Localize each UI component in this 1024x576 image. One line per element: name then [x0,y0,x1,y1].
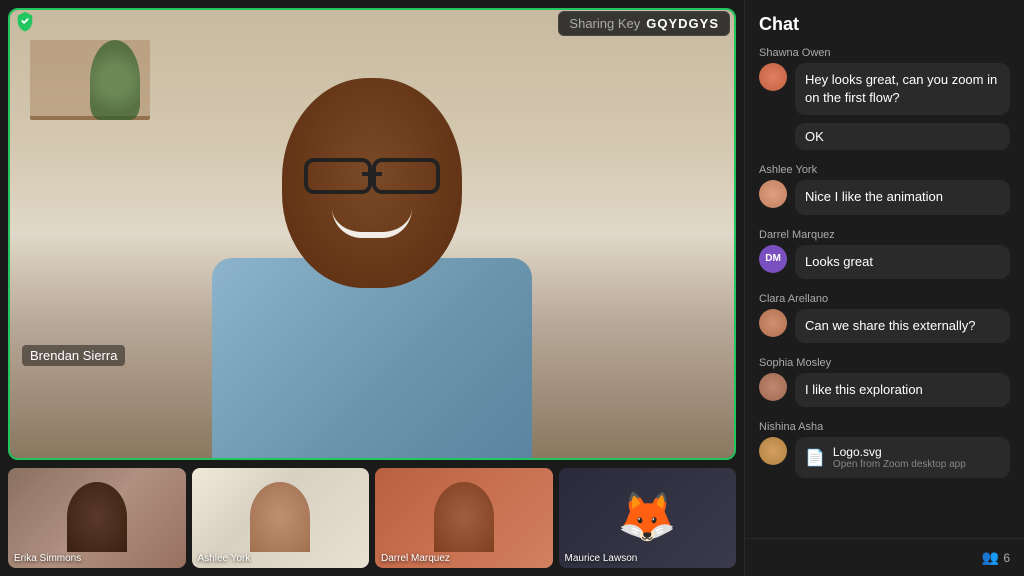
thumb-person-2 [250,482,310,552]
bubble-row-darrel: DM Looks great [759,245,1010,279]
bubble-sophia: I like this exploration [795,373,1010,407]
bubble-row-nishina: 📄 Logo.svg Open from Zoom desktop app [759,437,1010,478]
speaker-shirt [212,258,532,458]
sharing-key-label: Sharing Key [569,16,640,31]
speaker-face [282,78,462,288]
top-bar: Sharing Key GQYDGYS [0,0,744,47]
chat-message-clara: Clara Arellano Can we share this externa… [759,293,1010,343]
video-area: Sharing Key GQYDGYS Brendan Sierra [0,0,744,576]
fox-avatar-icon: 🦊 [617,494,677,542]
thumb-person-3 [434,482,494,552]
bubble-ok-shawna: OK [795,123,1010,150]
bubble-row-sophia: I like this exploration [759,373,1010,407]
sender-darrel: Darrel Marquez [759,229,1010,241]
chat-title: Chat [745,14,1024,47]
count-value: 6 [1003,551,1010,565]
avatar-sophia [759,373,787,401]
chat-panel: Chat Shawna Owen Hey looks great, can yo… [744,0,1024,576]
bubble-clara: Can we share this externally? [795,309,1010,343]
sharing-key-badge: Sharing Key GQYDGYS [558,11,730,36]
chat-messages[interactable]: Shawna Owen Hey looks great, can you zoo… [745,47,1024,538]
avatar-ashlee [759,180,787,208]
bubble-row-clara: Can we share this externally? [759,309,1010,343]
thumb-name-4: Maurice Lawson [565,553,638,564]
sender-shawna: Shawna Owen [759,47,1010,59]
thumb-person-1 [67,482,127,552]
thumb-name-1: Erika Simmons [14,553,81,564]
bubble-darrel: Looks great [795,245,1010,279]
bubble-shawna: Hey looks great, can you zoom in on the … [795,63,1010,115]
file-info: Logo.svg Open from Zoom desktop app [833,445,966,470]
people-icon: 👥 [982,549,999,566]
file-bubble-nishina[interactable]: 📄 Logo.svg Open from Zoom desktop app [795,437,1010,478]
shield-icon [14,10,36,37]
file-action: Open from Zoom desktop app [833,459,966,470]
bubble-row-shawna: Hey looks great, can you zoom in on the … [759,63,1010,115]
participant-count: 👥 6 [982,549,1010,566]
chat-footer: 👥 6 [745,538,1024,576]
glasses-left [304,158,372,194]
shelf-decoration [30,40,150,120]
bubble-ashlee: Nice I like the animation [795,180,1010,214]
sender-nishina: Nishina Asha [759,421,1010,433]
chat-message-darrel: Darrel Marquez DM Looks great [759,229,1010,279]
thumb-name-2: Ashlee York [198,553,251,564]
plant-decoration [90,40,140,120]
chat-message-shawna: Shawna Owen Hey looks great, can you zoo… [759,47,1010,150]
main-video: Brendan Sierra [8,8,736,460]
thumbnail-maurice-lawson[interactable]: 🦊 Maurice Lawson [559,468,737,568]
main-video-bg [10,10,734,458]
thumbnail-strip: Erika Simmons Ashlee York Darrel Marquez… [8,468,736,568]
sender-clara: Clara Arellano [759,293,1010,305]
sharing-key-value: GQYDGYS [646,16,719,31]
thumbnail-erika-simmons[interactable]: Erika Simmons [8,468,186,568]
sender-sophia: Sophia Mosley [759,357,1010,369]
chat-message-ashlee: Ashlee York Nice I like the animation [759,164,1010,214]
avatar-clara [759,309,787,337]
avatar-darrel: DM [759,245,787,273]
thumbnail-ashlee-york[interactable]: Ashlee York [192,468,370,568]
glasses-right [372,158,440,194]
thumb-name-3: Darrel Marquez [381,553,450,564]
avatar-shawna [759,63,787,91]
file-icon: 📄 [805,448,825,468]
chat-message-nishina: Nishina Asha 📄 Logo.svg Open from Zoom d… [759,421,1010,478]
glasses-bridge [362,172,382,176]
bubble-row-ashlee: Nice I like the animation [759,180,1010,214]
file-name: Logo.svg [833,445,966,459]
sender-ashlee: Ashlee York [759,164,1010,176]
speaker-name-label: Brendan Sierra [22,345,125,366]
thumbnail-darrel-marquez[interactable]: Darrel Marquez [375,468,553,568]
speaker-smile [332,208,412,238]
chat-message-sophia: Sophia Mosley I like this exploration [759,357,1010,407]
avatar-nishina [759,437,787,465]
